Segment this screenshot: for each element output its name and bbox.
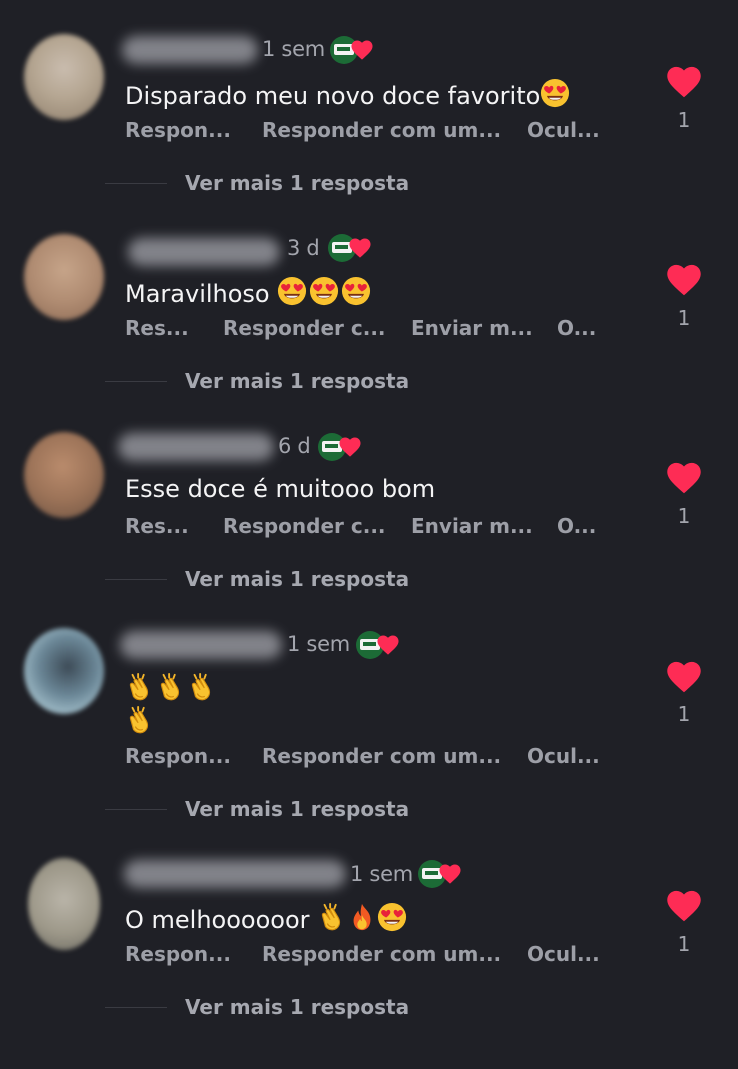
comment-timestamp: 1 sem <box>350 862 413 886</box>
view-more-replies-button[interactable]: Ver mais 1 resposta <box>185 171 409 195</box>
comment-text: Disparado meu novo doce favorito <box>125 78 570 110</box>
hide-button[interactable]: O... <box>557 514 596 538</box>
comment-text <box>125 672 217 738</box>
hide-button[interactable]: Ocul... <box>527 744 600 768</box>
send-message-button[interactable]: Enviar m... <box>411 514 533 538</box>
comment-timestamp: 6 d <box>278 434 311 458</box>
send-message-button[interactable]: Enviar m... <box>411 316 533 340</box>
avatar[interactable] <box>24 234 104 320</box>
avatar[interactable] <box>28 858 100 950</box>
heart-eyes-emoji-icon <box>309 276 339 306</box>
heart-icon <box>339 436 361 458</box>
avatar[interactable] <box>24 628 104 714</box>
reply-with-video-button[interactable]: Responder c... <box>223 514 386 538</box>
like-heart-icon[interactable] <box>666 462 702 494</box>
reply-with-video-button[interactable]: Responder com um... <box>262 744 501 768</box>
view-more-replies-button[interactable]: Ver mais 1 resposta <box>185 995 409 1019</box>
clapping-hands-emoji-icon <box>187 672 217 702</box>
comment-timestamp: 3 d <box>287 236 320 260</box>
reply-button[interactable]: Res... <box>125 514 189 538</box>
like-heart-icon[interactable] <box>666 661 702 693</box>
reply-with-video-button[interactable]: Responder c... <box>223 316 386 340</box>
username-blurred[interactable] <box>120 631 282 659</box>
thread-divider <box>105 1007 167 1008</box>
reply-with-video-button[interactable]: Responder com um... <box>262 942 501 966</box>
view-more-replies-button[interactable]: Ver mais 1 resposta <box>185 797 409 821</box>
like-heart-icon[interactable] <box>666 66 702 98</box>
avatar[interactable] <box>24 432 104 518</box>
clapping-hands-emoji-icon <box>156 672 186 702</box>
comments-feed: 1 sem Disparado meu novo doce favorito R… <box>0 0 738 1069</box>
heart-eyes-emoji-icon <box>341 276 371 306</box>
username-blurred[interactable] <box>124 860 346 888</box>
hide-button[interactable]: Ocul... <box>527 942 600 966</box>
clapping-hands-emoji-icon <box>125 705 155 735</box>
comment-text: Maravilhoso <box>125 276 371 308</box>
thread-divider <box>105 381 167 382</box>
reply-with-video-button[interactable]: Responder com um... <box>262 118 501 142</box>
reply-button[interactable]: Respon... <box>125 744 231 768</box>
hide-button[interactable]: Ocul... <box>527 118 600 142</box>
avatar[interactable] <box>24 34 104 120</box>
heart-icon <box>349 237 371 259</box>
reply-button[interactable]: Res... <box>125 316 189 340</box>
like-count: 1 <box>677 306 691 330</box>
view-more-replies-button[interactable]: Ver mais 1 resposta <box>185 369 409 393</box>
like-heart-icon[interactable] <box>666 890 702 922</box>
like-count: 1 <box>677 702 691 726</box>
comment-timestamp: 1 sem <box>262 37 325 61</box>
username-blurred[interactable] <box>118 433 274 461</box>
heart-icon <box>351 39 373 61</box>
reply-button[interactable]: Respon... <box>125 118 231 142</box>
creator-liked-badge <box>356 631 400 659</box>
creator-liked-badge <box>328 234 372 262</box>
comment-text: Esse doce é muitooo bom <box>125 475 436 503</box>
username-blurred[interactable] <box>128 238 280 266</box>
heart-eyes-emoji-icon <box>377 902 407 932</box>
like-heart-icon[interactable] <box>666 264 702 296</box>
username-blurred[interactable] <box>122 36 258 64</box>
thread-divider <box>105 183 167 184</box>
hide-button[interactable]: O... <box>557 316 596 340</box>
creator-liked-badge <box>330 36 374 64</box>
reply-button[interactable]: Respon... <box>125 942 231 966</box>
view-more-replies-button[interactable]: Ver mais 1 resposta <box>185 567 409 591</box>
clapping-hands-emoji-icon <box>317 902 347 932</box>
like-count: 1 <box>677 108 691 132</box>
heart-icon <box>439 863 461 885</box>
like-count: 1 <box>677 932 691 956</box>
heart-icon <box>377 634 399 656</box>
like-count: 1 <box>677 504 691 528</box>
thread-divider <box>105 579 167 580</box>
creator-liked-badge <box>418 860 462 888</box>
clapping-hands-emoji-icon <box>125 672 155 702</box>
comment-timestamp: 1 sem <box>287 632 350 656</box>
thread-divider <box>105 809 167 810</box>
heart-eyes-emoji-icon <box>540 78 570 108</box>
comment-text: O melhoooooor <box>125 902 407 934</box>
heart-eyes-emoji-icon <box>277 276 307 306</box>
fire-emoji-icon <box>347 902 377 932</box>
creator-liked-badge <box>318 433 362 461</box>
